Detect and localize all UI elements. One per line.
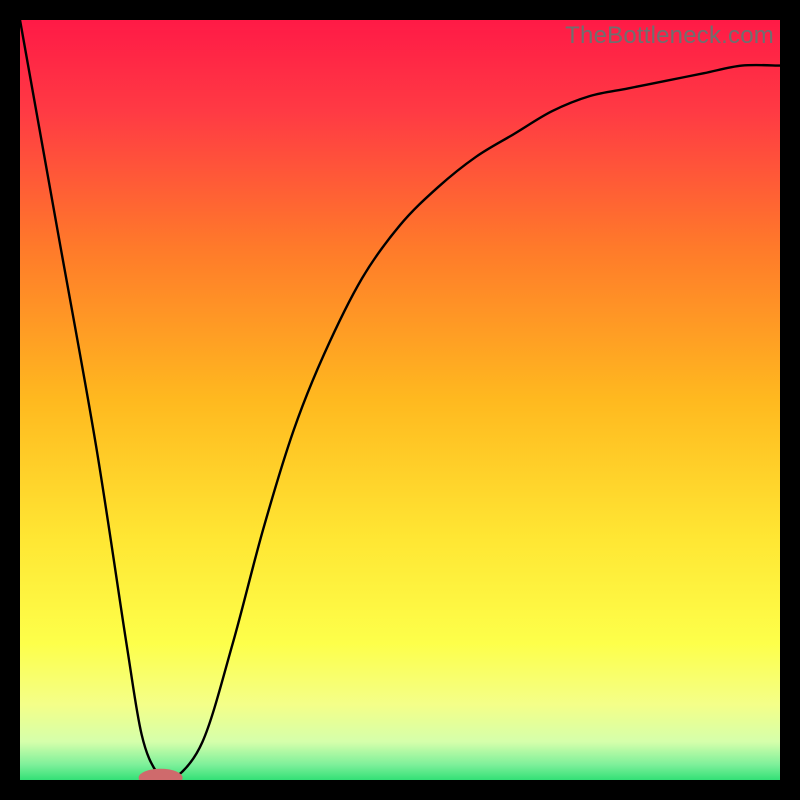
plot-area: TheBottleneck.com — [20, 20, 780, 780]
watermark-text: TheBottleneck.com — [565, 22, 774, 50]
chart-frame: TheBottleneck.com — [0, 0, 800, 800]
gradient-background — [20, 20, 780, 780]
chart-svg — [20, 20, 780, 780]
